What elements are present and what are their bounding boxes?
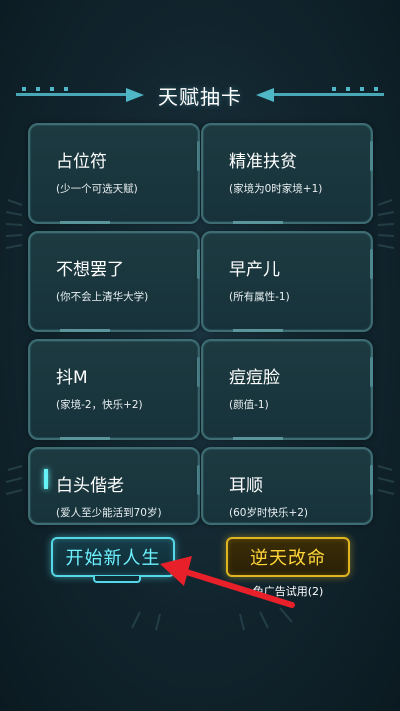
title-decoration-right	[256, 87, 384, 102]
talent-card[interactable]: 痘痘脸 (颜值-1)	[201, 339, 373, 440]
talent-desc: (少一个可选天赋)	[56, 183, 138, 195]
start-button-label: 开始新人生	[65, 548, 161, 569]
talent-desc: (家境-2，快乐+2)	[56, 399, 143, 411]
ad-free-trial-note: 免广告试用(2)	[252, 585, 324, 598]
talent-name: 占位符	[56, 152, 107, 172]
talent-name: 耳顺	[229, 476, 263, 496]
card-notch	[60, 221, 110, 224]
title-decoration-left	[16, 87, 144, 102]
talent-desc: (所有属性-1)	[229, 291, 290, 303]
talent-name: 早产儿	[229, 260, 280, 280]
card-notch	[233, 437, 283, 440]
talent-name: 痘痘脸	[229, 368, 280, 388]
button-tab	[93, 576, 141, 583]
card-notch	[233, 329, 283, 332]
talent-desc: (爱人至少能活到70岁)	[56, 507, 162, 519]
talent-card-selected[interactable]: 白头偕老 (爱人至少能活到70岁)	[28, 447, 200, 525]
talent-card[interactable]: 精准扶贫 (家境为0时家境+1)	[201, 123, 373, 224]
reroll-button[interactable]: 逆天改命	[226, 537, 350, 577]
card-notch	[60, 437, 110, 440]
title-bar: 天赋抽卡	[0, 70, 400, 120]
talent-desc: (家境为0时家境+1)	[229, 183, 323, 195]
talent-desc: (60岁时快乐+2)	[229, 507, 309, 519]
talent-card[interactable]: 早产儿 (所有属性-1)	[201, 231, 373, 332]
talent-desc: (你不会上清华大学)	[56, 291, 149, 303]
talent-card[interactable]: 不想罢了 (你不会上清华大学)	[28, 231, 200, 332]
talent-name: 不想罢了	[56, 260, 124, 280]
page-title: 天赋抽卡	[158, 84, 242, 109]
selected-marker	[44, 469, 48, 489]
talent-name: 精准扶贫	[229, 152, 297, 172]
talent-card[interactable]: 耳顺 (60岁时快乐+2)	[201, 447, 373, 525]
talent-card[interactable]: 占位符 (少一个可选天赋)	[28, 123, 200, 224]
card-notch	[233, 221, 283, 224]
card-notch	[60, 329, 110, 332]
talent-name: 抖M	[56, 368, 88, 388]
start-new-life-button[interactable]: 开始新人生	[51, 537, 175, 583]
talent-card[interactable]: 抖M (家境-2，快乐+2)	[28, 339, 200, 440]
talent-name: 白头偕老	[56, 476, 124, 496]
reroll-button-label: 逆天改命	[250, 548, 326, 569]
talent-desc: (颜值-1)	[229, 399, 269, 411]
